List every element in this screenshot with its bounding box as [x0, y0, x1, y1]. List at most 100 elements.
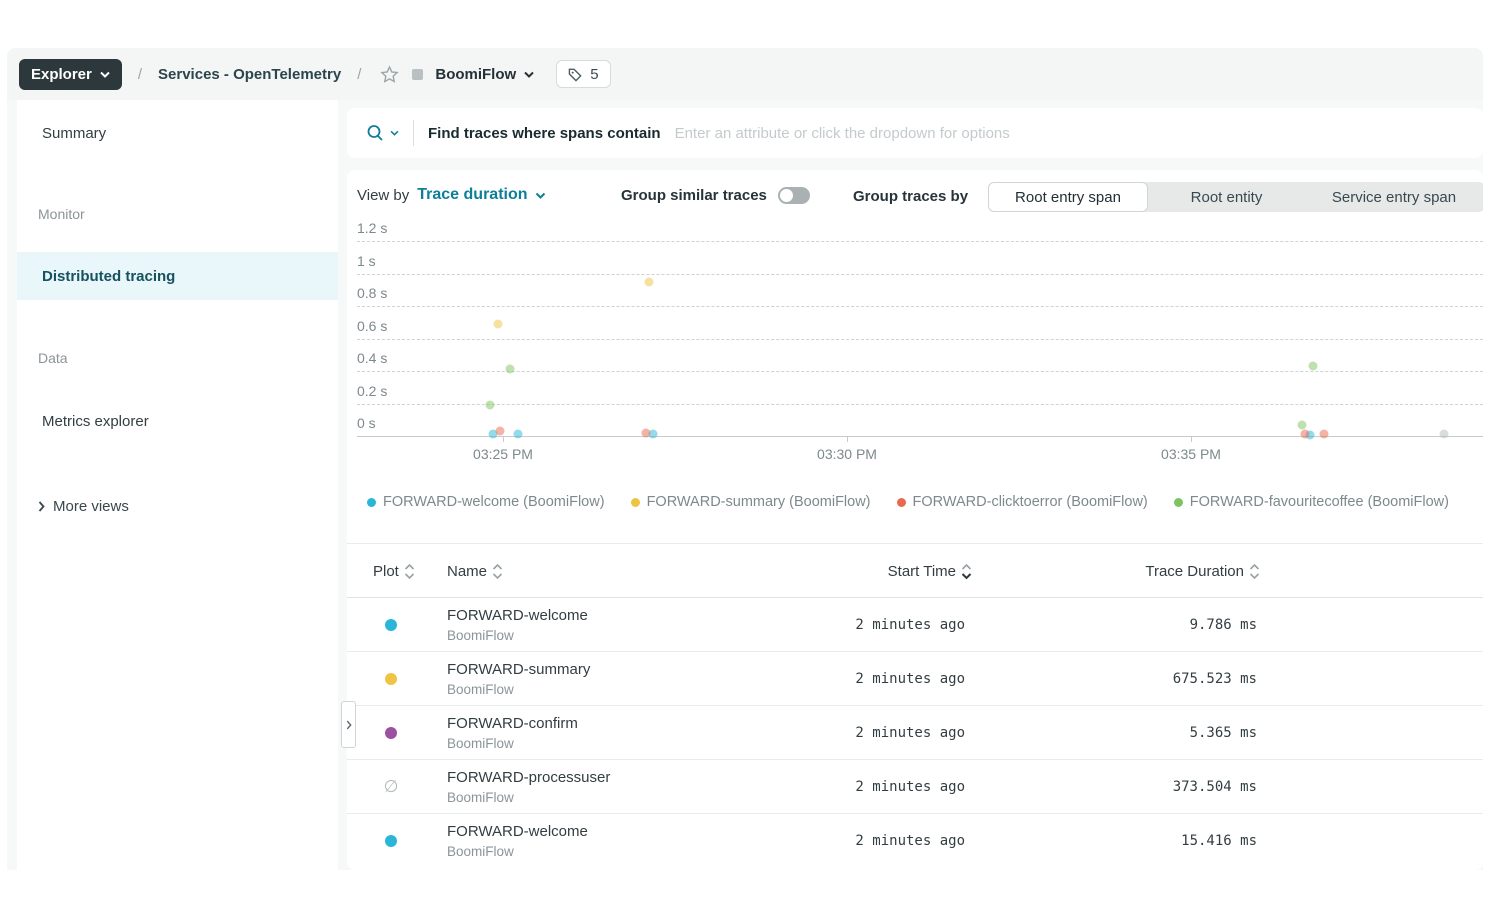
trace-dot[interactable]: [1440, 430, 1449, 439]
x-axis-label: 03:25 PM: [458, 446, 548, 462]
chevron-down-icon: [524, 71, 534, 78]
x-axis-label: 03:35 PM: [1146, 446, 1236, 462]
panel-expander-handle[interactable]: [341, 701, 356, 748]
trace-dot[interactable]: [1320, 430, 1329, 439]
plot-cell: [373, 652, 409, 706]
trace-dot[interactable]: [486, 401, 495, 410]
column-label: Start Time: [888, 563, 956, 580]
y-axis-label: 0.8 s: [357, 285, 387, 301]
legend-item[interactable]: FORWARD-welcome (BoomiFlow): [367, 494, 605, 510]
legend-dot: [631, 498, 640, 507]
x-axis-tick: [847, 436, 848, 442]
table-row[interactable]: FORWARD-summaryBoomiFlow2 minutes ago675…: [347, 652, 1483, 706]
x-axis-label: 03:30 PM: [802, 446, 892, 462]
duration-cell: 9.786 ms: [1007, 598, 1257, 652]
sidebar-item-summary[interactable]: Summary: [17, 109, 338, 157]
y-axis-label: 1.2 s: [357, 220, 387, 236]
view-by-dropdown[interactable]: Trace duration: [417, 186, 545, 204]
table-row[interactable]: FORWARD-welcomeBoomiFlow2 minutes ago9.7…: [347, 598, 1483, 652]
search-dropdown-button[interactable]: [357, 123, 407, 143]
column-label: Plot: [373, 563, 399, 580]
sort-icon: [1249, 563, 1260, 580]
sidebar-more-views[interactable]: More views: [38, 498, 129, 515]
start-time-cell: 2 minutes ago: [727, 598, 965, 652]
plot-dot: [385, 727, 397, 739]
table-row[interactable]: ∅FORWARD-processuserBoomiFlow2 minutes a…: [347, 760, 1483, 814]
column-header-name[interactable]: Name: [447, 544, 503, 599]
entity-name: BoomiFlow: [435, 66, 516, 83]
trace-dot[interactable]: [644, 277, 653, 286]
view-by-value: Trace duration: [417, 186, 527, 204]
y-axis-label: 1 s: [357, 253, 376, 269]
legend-dot: [1174, 498, 1183, 507]
trace-dot[interactable]: [1308, 362, 1317, 371]
duration-cell: 675.523 ms: [1007, 652, 1257, 706]
view-by-label: View by: [357, 187, 409, 204]
chevron-down-icon: [535, 192, 546, 199]
column-header-plot[interactable]: Plot: [373, 544, 415, 599]
breadcrumb-service-group[interactable]: Services - OpenTelemetry: [158, 66, 341, 83]
plot-cell: [373, 598, 409, 652]
duration-cell: 5.365 ms: [1007, 706, 1257, 760]
trace-name: FORWARD-welcome: [447, 821, 588, 842]
more-views-label: More views: [53, 498, 129, 515]
gridline: [357, 241, 1483, 242]
column-header-start-time[interactable]: Start Time: [727, 544, 972, 599]
y-axis-label: 0 s: [357, 415, 376, 431]
trace-dot[interactable]: [505, 365, 514, 374]
entity-square-icon: [412, 69, 423, 80]
chevron-right-icon: [38, 501, 45, 512]
trace-dot[interactable]: [1298, 420, 1307, 429]
y-axis-label: 0.2 s: [357, 383, 387, 399]
service-name: BoomiFlow: [447, 734, 578, 753]
group-similar-toggle[interactable]: [778, 187, 810, 204]
explorer-button[interactable]: Explorer: [19, 59, 122, 90]
header-bar: Explorer / Services - OpenTelemetry / Bo…: [7, 48, 1483, 100]
toggle-knob: [780, 189, 793, 202]
app-page: Explorer / Services - OpenTelemetry / Bo…: [0, 0, 1500, 914]
sidebar-item-metrics-explorer[interactable]: Metrics explorer: [17, 397, 338, 445]
tag-count: 5: [590, 66, 598, 83]
duration-cell: 373.504 ms: [1007, 760, 1257, 814]
column-header-trace-duration[interactable]: Trace Duration: [1007, 544, 1260, 599]
segment-option[interactable]: Service entry span: [1305, 182, 1483, 212]
sidebar-item-distributed-tracing[interactable]: Distributed tracing: [17, 252, 338, 300]
trace-table: FORWARD-welcomeBoomiFlow2 minutes ago9.7…: [347, 598, 1483, 868]
no-plot-icon: ∅: [384, 777, 399, 797]
legend-item[interactable]: FORWARD-summary (BoomiFlow): [631, 494, 871, 510]
segment-option[interactable]: Root entry span: [988, 182, 1148, 212]
breadcrumb-separator: /: [357, 66, 361, 83]
duration-cell: 15.416 ms: [1007, 814, 1257, 868]
search-divider: [413, 120, 414, 146]
group-by-label: Group traces by: [853, 188, 968, 205]
trace-dot[interactable]: [513, 430, 522, 439]
column-label: Trace Duration: [1145, 563, 1244, 580]
y-axis-label: 0.4 s: [357, 350, 387, 366]
entity-selector[interactable]: BoomiFlow: [435, 66, 534, 83]
search-input[interactable]: [675, 125, 1483, 142]
legend-item[interactable]: FORWARD-clicktoerror (BoomiFlow): [897, 494, 1148, 510]
legend-item[interactable]: FORWARD-favouritecoffee (BoomiFlow): [1174, 494, 1449, 510]
search-bar: Find traces where spans contain: [347, 108, 1483, 158]
trace-name: FORWARD-confirm: [447, 713, 578, 734]
table-header: Plot Name Start Time Trace Duration: [347, 543, 1483, 598]
legend-dot: [897, 498, 906, 507]
table-row[interactable]: FORWARD-confirmBoomiFlow2 minutes ago5.3…: [347, 706, 1483, 760]
trace-dot[interactable]: [1300, 429, 1309, 438]
table-row[interactable]: FORWARD-welcomeBoomiFlow2 minutes ago15.…: [347, 814, 1483, 868]
segment-option[interactable]: Root entity: [1148, 182, 1305, 212]
tag-count-button[interactable]: 5: [556, 60, 610, 88]
sidebar: Summary Monitor Distributed tracing Data…: [17, 100, 338, 870]
favorite-star-icon[interactable]: [379, 64, 400, 85]
trace-name: FORWARD-summary: [447, 659, 590, 680]
legend-label: FORWARD-summary (BoomiFlow): [647, 494, 871, 510]
service-name: BoomiFlow: [447, 788, 610, 807]
chart-legend: FORWARD-welcome (BoomiFlow) FORWARD-summa…: [357, 490, 1483, 514]
trace-dot[interactable]: [495, 427, 504, 436]
trace-dot[interactable]: [494, 319, 503, 328]
group-similar-label: Group similar traces: [621, 187, 767, 204]
name-cell: FORWARD-welcomeBoomiFlow: [447, 821, 588, 861]
legend-label: FORWARD-clicktoerror (BoomiFlow): [913, 494, 1148, 510]
trace-dot[interactable]: [642, 428, 651, 437]
sidebar-section-data: Data: [38, 350, 68, 366]
